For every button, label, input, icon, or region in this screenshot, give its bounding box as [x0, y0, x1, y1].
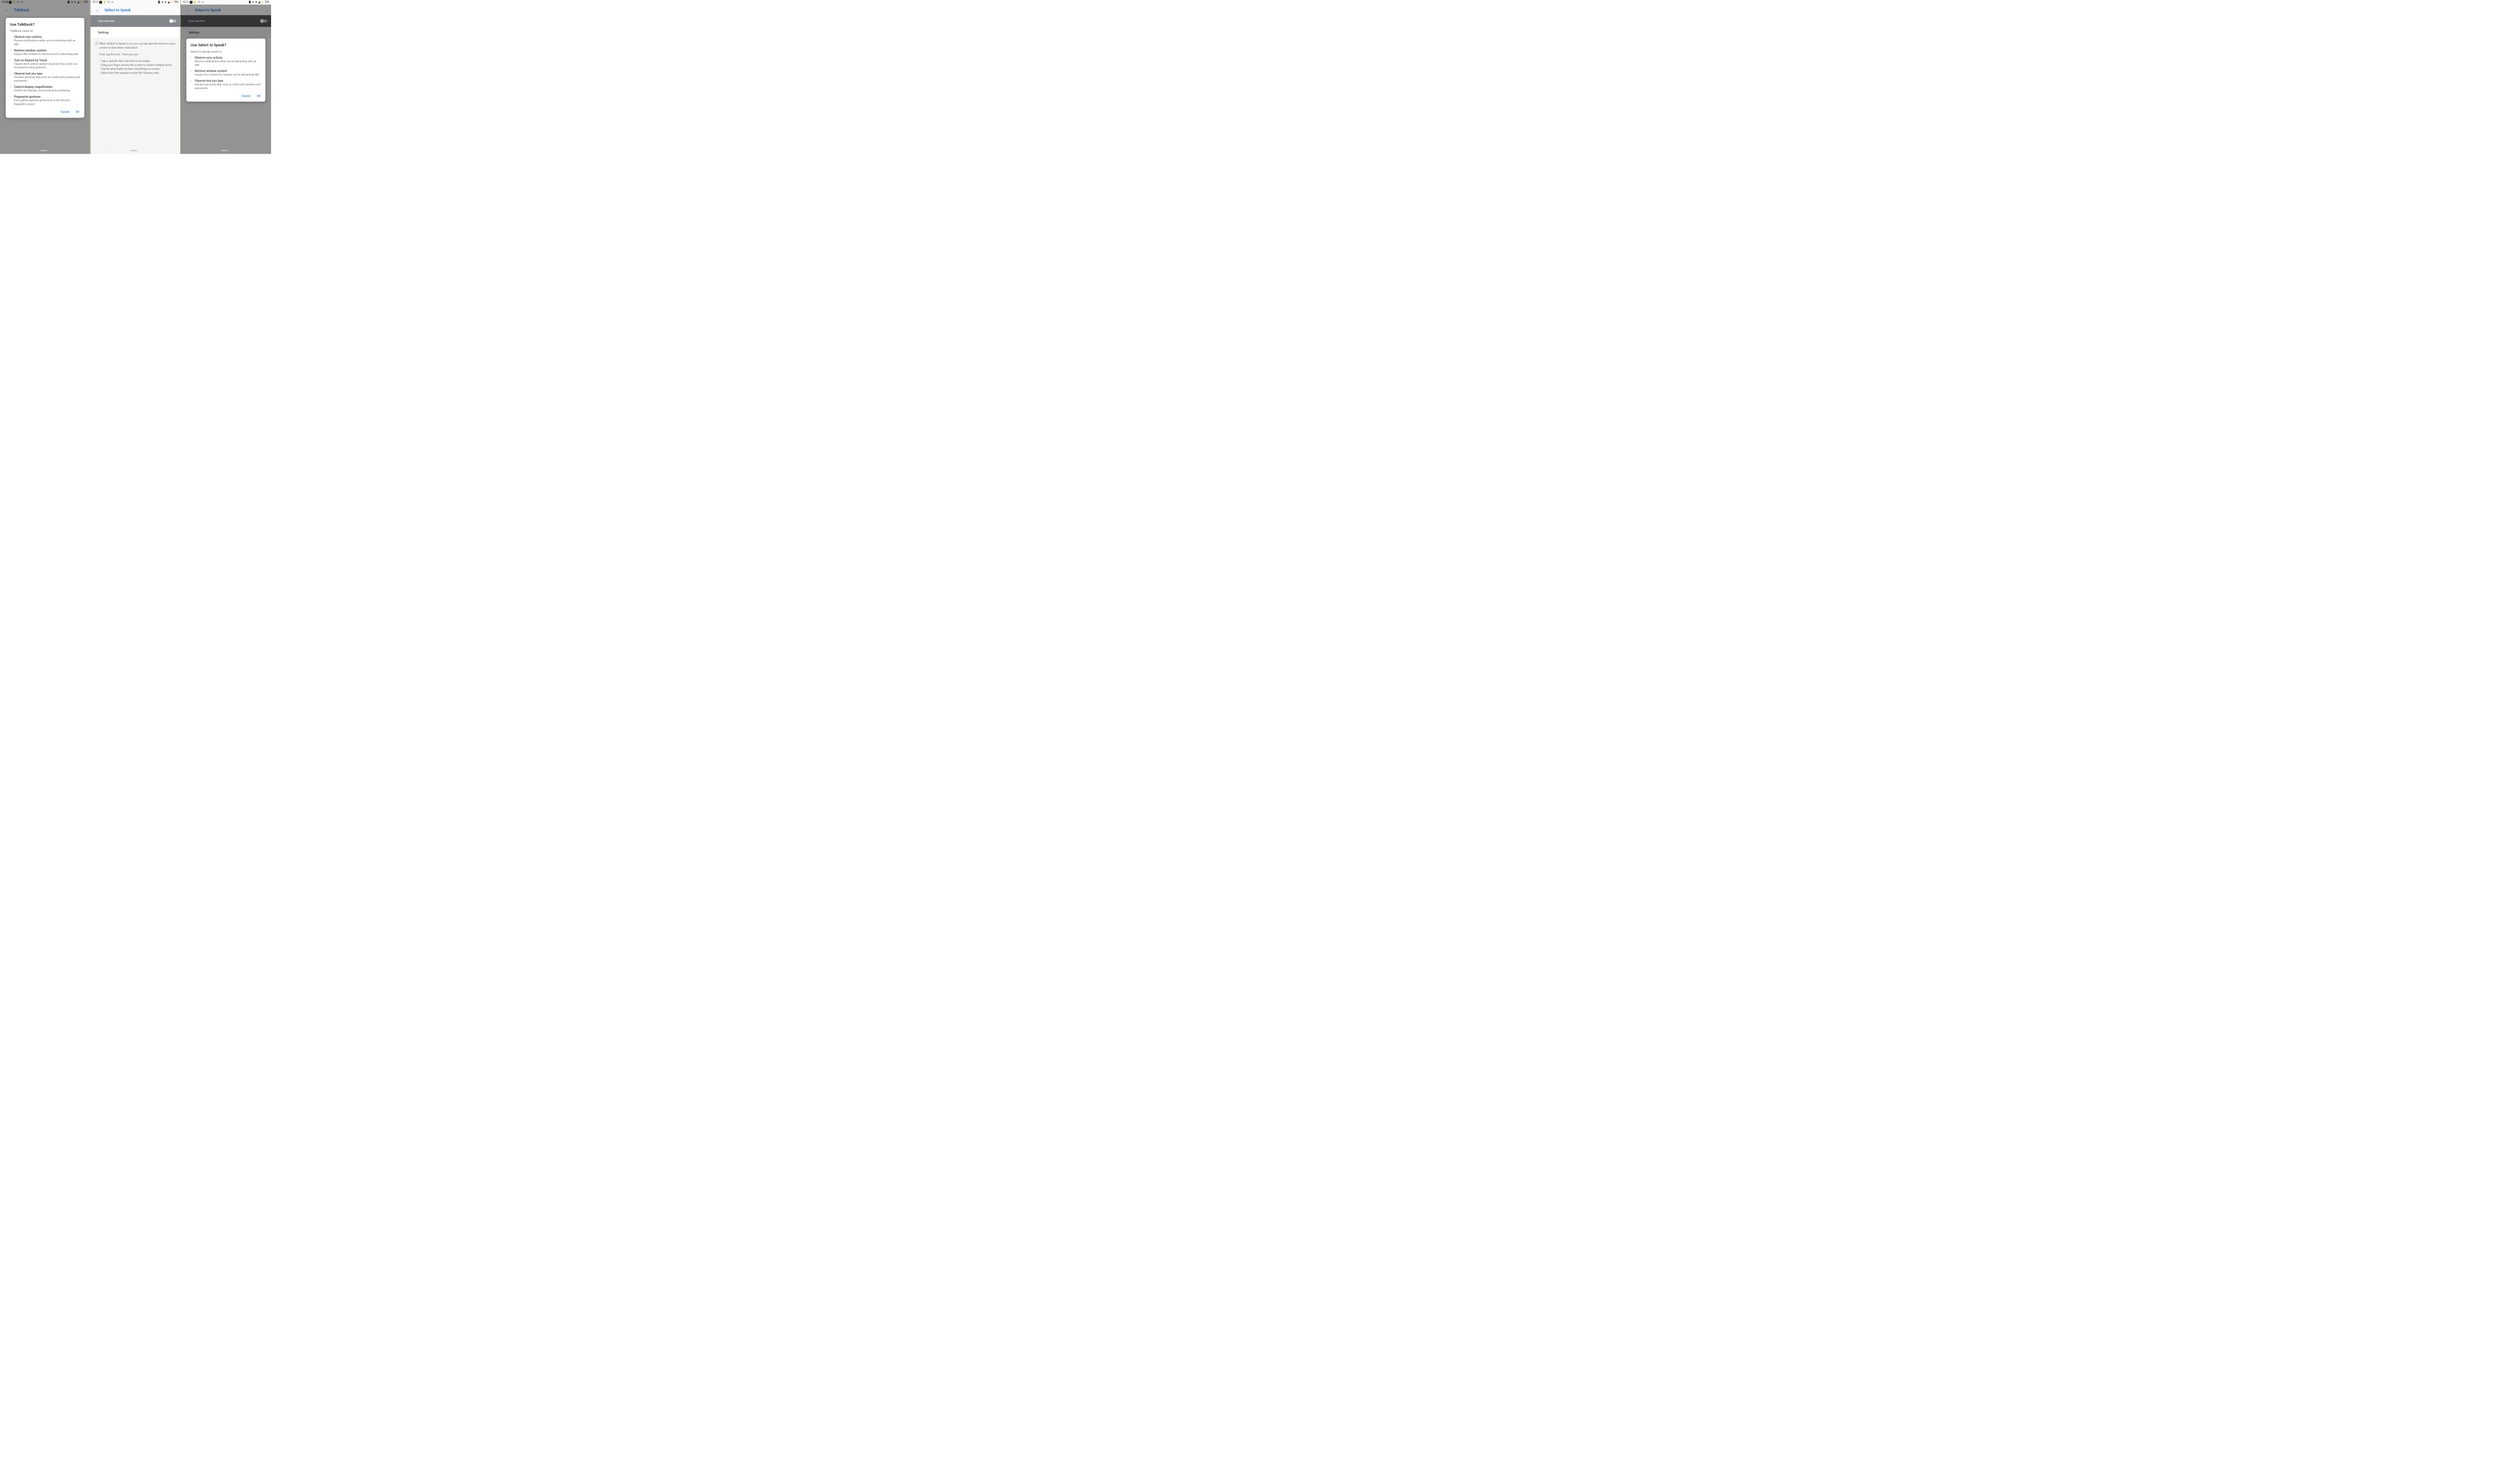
more-icon: ••• [201, 1, 203, 3]
vibrate-icon: 📳 [249, 1, 251, 3]
bulb-icon: 💡 [193, 1, 196, 3]
dialog-title: Use TalkBack? [10, 22, 80, 27]
nav-bar: ‹ [0, 147, 90, 154]
use-service-row[interactable]: Use service [90, 15, 180, 27]
permission-item: •Retrieve window contentInspect the cont… [10, 49, 80, 56]
notification-icon: 🗨 [107, 1, 110, 3]
permission-dialog: Use Select to Speak? Select to Speak nee… [187, 39, 266, 102]
permission-list: •Observe your actionsReceive notificatio… [10, 35, 80, 106]
back-arrow-icon[interactable]: ← [94, 6, 101, 13]
nav-home-pill[interactable] [130, 150, 138, 151]
settings-label: Settings [98, 31, 109, 34]
permission-item: •Observe text you typeIncludes personal … [10, 72, 80, 83]
more-icon: ••• [111, 1, 113, 3]
wifi-icon: ▼ [164, 1, 166, 3]
notification-icon: 🗨 [197, 1, 200, 3]
cancel-button[interactable]: Cancel [60, 109, 70, 115]
info-bullet-list: Tap a specific item, like text or an ima… [99, 59, 176, 75]
nav-back-icon[interactable]: ‹ [106, 149, 108, 152]
permission-list: •Observe your actionsReceive notificatio… [191, 56, 261, 90]
phone-talkback-dialog: 12:08 31 💡 🗨 ••• 📳 ⊖ ▼ ◢ ⚡ 70% ← TalkBac… [0, 0, 90, 154]
permission-item: •Fingerprint gesturesCan capture gesture… [10, 95, 80, 106]
info-bullet: Tap a specific item, like text or an ima… [99, 59, 176, 63]
nav-home-pill[interactable] [221, 150, 228, 151]
nav-home-pill[interactable] [40, 150, 47, 151]
nav-back-icon[interactable]: ‹ [197, 149, 198, 152]
phone-select-to-speak-settings: 12:11 31 💡 🗨 ••• 📳 ⊖ ▼ ◢ ⚡ 72% ← Select … [90, 0, 180, 154]
dialog-subtitle: TalkBack needs to: [10, 29, 80, 33]
battery-charging-icon: ⚡ [261, 1, 264, 3]
info-paragraph: When Select to Speak is on, you can tap … [99, 42, 176, 50]
nav-bar: ‹ [181, 147, 271, 154]
status-time: 12:11 [183, 1, 189, 3]
status-bar: 12:11 31 💡 🗨 ••• 📳 ⊖ ▼ ◢ ⚡ 73% [181, 0, 271, 5]
info-bullet: Select text that appears inside the Came… [99, 71, 176, 75]
info-bullet: Tap the play button to hear everything o… [99, 67, 176, 71]
permission-item: •Turn on Explore by TouchTapped items wi… [10, 58, 80, 69]
signal-icon: ◢ [168, 1, 169, 3]
info-paragraph: First, tap the icon. Then you can: [99, 53, 176, 57]
dialog-title: Use Select to Speak? [191, 43, 261, 47]
permission-item: •Observe your actionsReceive notificatio… [10, 35, 80, 46]
vibrate-icon: 📳 [158, 1, 161, 3]
cancel-button[interactable]: Cancel [241, 92, 251, 99]
bulb-icon: 💡 [103, 1, 106, 3]
app-bar: ← Select to Speak [90, 5, 180, 15]
nav-back-icon[interactable]: ‹ [16, 149, 17, 152]
ok-button[interactable]: OK [75, 109, 80, 115]
info-icon: i [95, 42, 98, 45]
dnd-icon: ⊖ [252, 1, 254, 3]
status-time: 12:11 [92, 1, 99, 3]
permission-dialog: Use TalkBack? TalkBack needs to: •Observ… [6, 18, 84, 118]
permission-item: •Observe text you typeIncludes personal … [191, 79, 261, 90]
status-bar: 12:11 31 💡 🗨 ••• 📳 ⊖ ▼ ◢ ⚡ 72% [90, 0, 180, 5]
info-bullet: Drag your finger across the screen to se… [99, 63, 176, 67]
battery-charging-icon: ⚡ [170, 1, 173, 3]
ok-button[interactable]: OK [256, 92, 261, 99]
permission-item: •Observe your actionsReceive notificatio… [191, 56, 261, 67]
phone-select-to-speak-dialog: 12:11 31 💡 🗨 ••• 📳 ⊖ ▼ ◢ ⚡ 73% ← Select … [181, 0, 271, 154]
dialog-subtitle: Select to Speak needs to: [191, 50, 261, 53]
signal-icon: ◢ [258, 1, 260, 3]
use-service-label: Use service [98, 19, 114, 23]
app-title: Select to Speak [105, 8, 131, 12]
calendar-icon: 31 [99, 1, 102, 4]
dnd-icon: ⊖ [161, 1, 164, 3]
battery-percent: 72% [174, 1, 179, 3]
permission-item: •Control display magnificationControl th… [10, 86, 80, 92]
use-service-toggle[interactable] [170, 20, 177, 23]
calendar-icon: 31 [190, 1, 192, 4]
info-block: i When Select to Speak is on, you can ta… [90, 38, 180, 75]
wifi-icon: ▼ [255, 1, 257, 3]
permission-item: •Retrieve window contentInspect the cont… [191, 69, 261, 76]
nav-bar: ‹ [90, 147, 180, 154]
battery-percent: 73% [265, 1, 269, 3]
settings-row[interactable]: Settings [90, 27, 180, 39]
